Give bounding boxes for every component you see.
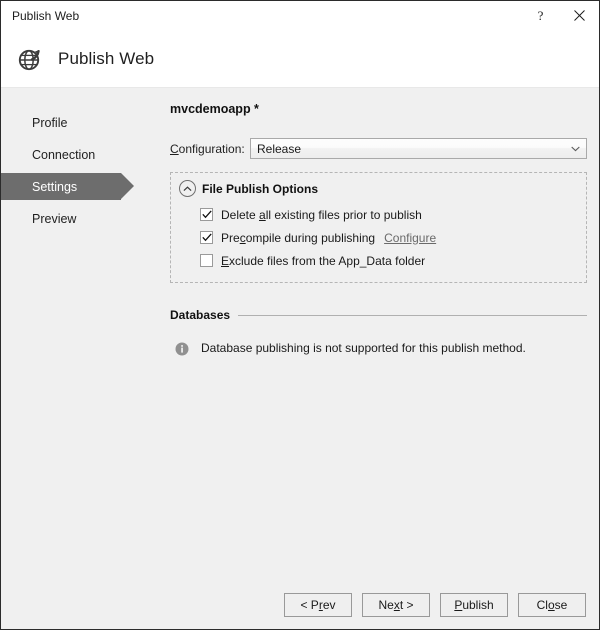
option-row-precompile: Precompile during publishing Configure [200,227,576,248]
configuration-row: Configuration: Release [170,138,587,159]
chevron-down-icon [568,146,582,152]
section-divider [238,314,587,316]
prev-button-pre: < P [300,598,319,612]
option-label-accelerator: a [259,207,266,222]
sidebar-item-connection[interactable]: Connection [1,141,121,168]
option-label-pre: Pre [221,230,240,245]
close-button-accelerator: o [547,598,555,612]
sidebar-item-label: Connection [32,147,96,162]
globe-publish-icon [15,43,47,75]
option-label-exclude-appdata: Exclude files from the App_Data folder [221,254,425,268]
option-label-precompile: Precompile during publishing [221,231,375,245]
option-label-pre: Delete [221,207,260,222]
close-window-button[interactable] [560,2,599,30]
window-title: Publish Web [12,8,80,23]
prev-button[interactable]: < Pr ev [284,593,352,617]
configure-link[interactable]: Configure [384,231,436,245]
file-publish-options-header[interactable]: File Publish Options [179,180,576,197]
sidebar-item-label: Profile [32,115,68,130]
checkbox-exclude-app-data-folder[interactable] [200,254,213,267]
databases-title: Databases [170,308,231,322]
option-label-post: xclude files from the App_Data folder [229,253,426,268]
close-icon [574,10,585,21]
option-label-delete-all: Delete all existing files prior to publi… [221,208,422,222]
info-icon [175,342,189,356]
profile-name: mvcdemoapp * [170,102,259,116]
dialog-body: Profile Connection Settings Preview mvcd… [1,88,599,581]
sidebar-item-label: Settings [32,179,78,194]
sidebar-item-preview[interactable]: Preview [1,205,121,232]
close-button-post: se [554,598,568,612]
option-row-delete-all: Delete all existing files prior to publi… [200,204,576,225]
publish-button[interactable]: Publish [440,593,508,617]
next-button-pre: Ne [378,598,394,612]
title-bar: Publish Web ? [1,1,599,30]
file-publish-options-group: File Publish Options Delete all existing… [170,172,587,283]
checkbox-precompile-during-publishing[interactable] [200,231,213,244]
sidebar-item-settings[interactable]: Settings [1,173,134,200]
dialog-footer: < Pr ev Ne x t > Publish Cl o se [1,581,599,629]
wizard-sidebar: Profile Connection Settings Preview [1,88,167,581]
sidebar-item-label: Preview [32,211,77,226]
check-icon [201,233,212,242]
option-label-post: ompile during publishing [245,230,376,245]
configuration-value: Release [257,141,302,156]
chevron-up-icon[interactable] [179,180,196,197]
publish-button-post: ublish [462,598,494,612]
file-publish-options-title: File Publish Options [202,181,319,196]
configuration-label-accelerator: C [170,141,179,156]
option-label-post: ll existing files prior to publish [265,207,422,222]
configuration-label: Configuration: [170,142,250,156]
next-button-post: t > [399,598,414,612]
prev-button-post: ev [322,598,336,612]
header-title: Publish Web [58,48,155,68]
close-button-pre: Cl [536,598,548,612]
dialog-header: Publish Web [1,30,599,88]
option-label-accelerator: E [221,253,230,268]
next-button[interactable]: Ne x t > [362,593,430,617]
window-controls: ? [521,1,599,30]
help-button[interactable]: ? [521,2,560,30]
publish-web-dialog: Publish Web ? Publish Web Profile Connec… [0,0,600,630]
settings-pane: mvcdemoapp * Configuration: Release File… [167,88,599,581]
publish-button-accelerator: P [454,598,463,612]
databases-info-row: Database publishing is not supported for… [170,341,587,356]
configuration-label-text: onfiguration: [178,141,245,156]
checkbox-delete-all-existing-files[interactable] [200,208,213,221]
sidebar-item-profile[interactable]: Profile [1,109,121,136]
databases-message: Database publishing is not supported for… [201,341,526,355]
databases-section-header: Databases [170,308,587,322]
check-icon [201,210,212,219]
close-button[interactable]: Cl o se [518,593,586,617]
option-row-exclude-appdata: Exclude files from the App_Data folder [200,250,576,271]
configuration-select[interactable]: Release [250,138,587,159]
